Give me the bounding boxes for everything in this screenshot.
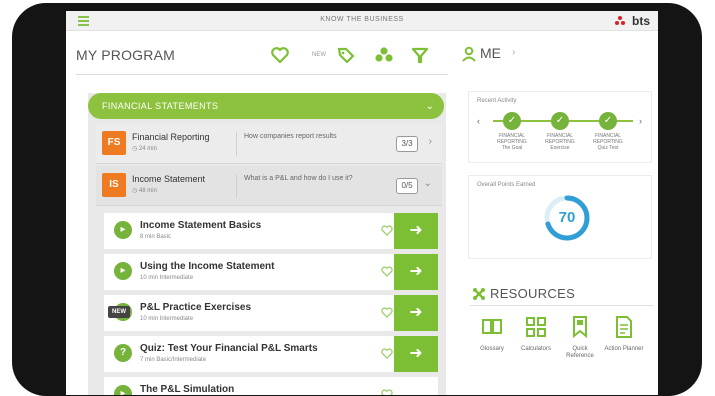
topic-name: Financial Reporting (132, 132, 210, 142)
resource-glossary[interactable]: Glossary (472, 315, 512, 353)
lesson-title: The P&L Simulation (140, 384, 235, 395)
topic-duration: ◷ 24 min (132, 146, 157, 152)
start-lesson-button[interactable]: ➜ (394, 254, 438, 290)
lesson-title: Quiz: Test Your Financial P&L Smarts (140, 343, 318, 354)
topic-row[interactable]: FS Financial Reporting ◷ 24 min How comp… (96, 124, 442, 164)
chevron-down-icon: ⌄ (425, 101, 434, 112)
divider (470, 305, 654, 306)
points-card: Overall Points Earned 70 (468, 175, 652, 259)
topic-description: How companies report results (244, 133, 337, 140)
divider (236, 174, 237, 198)
favorites-heart-icon[interactable] (270, 45, 290, 65)
resource-label: Quick Reference (566, 346, 594, 359)
resource-label: Glossary (480, 346, 504, 352)
me-header[interactable]: ME › (462, 44, 652, 66)
app-screen: KNOW THE BUSINESS bts MY PROGRAM NEW FIN… (66, 11, 658, 395)
top-bar: KNOW THE BUSINESS bts (66, 11, 658, 31)
tag-icon[interactable] (336, 45, 356, 65)
progress-count-badge: 3/3 (396, 136, 418, 152)
grid-icon (526, 317, 546, 337)
chevron-right-icon[interactable]: › (639, 116, 642, 126)
resource-calculators[interactable]: Calculators (516, 315, 556, 353)
topic-row[interactable]: IS Income Statement ◷ 48 min What is a P… (96, 166, 442, 206)
lesson-item[interactable]: ▸ The P&L Simulation (104, 377, 438, 395)
filter-new-label[interactable]: NEW (312, 52, 326, 58)
resource-label: Action Planner (604, 346, 644, 352)
divider (76, 74, 448, 75)
lesson-item[interactable]: ✦ NEW P&L Practice Exercises 10 min Inte… (104, 295, 438, 331)
new-badge: NEW (108, 306, 130, 318)
play-icon: ▸ (114, 221, 132, 239)
resource-action-planner[interactable]: Action Planner (604, 315, 644, 353)
resource-label: Calculators (520, 346, 551, 352)
lesson-item[interactable]: ? Quiz: Test Your Financial P&L Smarts 7… (104, 336, 438, 372)
chevron-right-icon[interactable]: › (429, 136, 432, 147)
quiz-icon: ? (114, 344, 132, 362)
activity-label: FINANCIAL REPORTING Quiz Test (593, 133, 623, 151)
divider (236, 132, 237, 156)
topic-icon: IS (102, 173, 126, 197)
brand-logo-icon (615, 16, 625, 25)
play-icon: ▸ (114, 385, 132, 395)
play-icon: ▸ (114, 262, 132, 280)
network-icon[interactable] (374, 45, 394, 65)
start-lesson-button[interactable]: ➜ (394, 295, 438, 331)
filter-funnel-icon[interactable] (410, 45, 430, 65)
brand-name: bts (632, 14, 650, 28)
book-icon (482, 319, 502, 334)
recent-activity-card: Recent Activity ‹ ✓ ✓ ✓ › FINANCIAL REPOR… (468, 91, 652, 163)
activity-label: FINANCIAL REPORTING Exercise (545, 133, 575, 151)
bookmark-icon (573, 316, 587, 339)
check-icon: ✓ (503, 112, 521, 130)
points-value: 70 (558, 209, 576, 226)
topic-icon: FS (102, 131, 126, 155)
topic-name: Income Statement (132, 174, 206, 184)
lesson-title: Income Statement Basics (140, 220, 262, 231)
activity-label: FINANCIAL REPORTING The Goal (497, 133, 527, 151)
document-icon (616, 316, 632, 338)
heart-icon[interactable] (380, 347, 394, 360)
lesson-meta: 10 min Intermediate (140, 316, 194, 322)
start-lesson-button[interactable]: ➜ (394, 213, 438, 249)
chevron-left-icon[interactable]: ‹ (477, 116, 480, 126)
lesson-meta: 8 min Basic (140, 234, 172, 240)
start-lesson-button[interactable]: ➜ (394, 336, 438, 372)
resources-icon (473, 288, 485, 300)
lesson-meta: 7 min Basic/Intermediate (140, 357, 207, 363)
app-title: KNOW THE BUSINESS (320, 16, 404, 23)
check-icon: ✓ (551, 112, 569, 130)
user-icon (462, 46, 476, 62)
progress-count-badge: 0/5 (396, 178, 418, 194)
section-financial-statements[interactable]: FINANCIAL STATEMENTS ⌄ (88, 93, 444, 119)
resources-title: RESOURCES (490, 286, 576, 301)
card-title: Overall Points Earned (477, 182, 536, 188)
me-label: ME (480, 45, 501, 61)
program-header: MY PROGRAM NEW (74, 41, 446, 69)
card-title: Recent Activity (477, 98, 517, 104)
lesson-item[interactable]: ▸ Income Statement Basics 8 min Basic ➜ (104, 213, 438, 249)
heart-icon[interactable] (380, 306, 394, 319)
page-title: MY PROGRAM (76, 47, 175, 63)
lesson-title: P&L Practice Exercises (140, 302, 252, 313)
lesson-item[interactable]: ▸ Using the Income Statement 10 min Inte… (104, 254, 438, 290)
section-label: FINANCIAL STATEMENTS (102, 101, 219, 111)
topic-duration: ◷ 48 min (132, 188, 157, 194)
topic-description: What is a P&L and how do I use it? (244, 175, 353, 182)
heart-icon[interactable] (380, 388, 394, 395)
lesson-meta: 10 min Intermediate (140, 275, 194, 281)
chevron-down-icon[interactable]: ⌄ (424, 178, 432, 189)
heart-icon[interactable] (380, 224, 394, 237)
check-icon: ✓ (599, 112, 617, 130)
resource-quick-reference[interactable]: Quick Reference (560, 315, 600, 360)
lesson-title: Using the Income Statement (140, 261, 275, 272)
chevron-right-icon: › (512, 47, 516, 58)
heart-icon[interactable] (380, 265, 394, 278)
